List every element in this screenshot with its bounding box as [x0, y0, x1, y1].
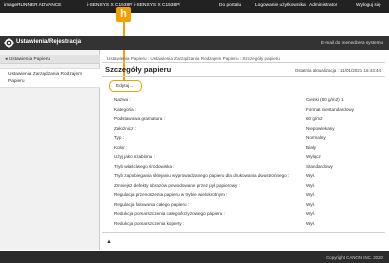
detail-row: Użyj jako szablonu : Wyłącz	[114, 154, 321, 159]
detail-row: Typ : Normalny	[114, 135, 326, 140]
model-name-2: i-SENSYS X C1538P	[134, 3, 180, 8]
divider	[102, 62, 385, 63]
logout-link[interactable]: Wyloguj się	[356, 3, 380, 8]
detail-row: Redukcja pomarszczenia całego/krzyżowego…	[114, 211, 315, 216]
callout-label: h	[116, 7, 131, 22]
last-updated: Ostatnia aktualizacja : 11/01/2021 16:43…	[294, 68, 381, 73]
login-user-link[interactable]: Logowanie użytkownika	[255, 3, 306, 8]
sidebar-header-label: ◂ Ustawienia Papieru	[5, 56, 51, 62]
sidebar: ◂ Ustawienia Papieru Ustawienia Zarządza…	[0, 50, 100, 250]
separator: /	[179, 3, 181, 8]
detail-row: Redukcja pomarszczenia koperty : Wył.	[114, 220, 315, 226]
footer: Copyright CANON INC. 2020	[0, 251, 389, 263]
detail-row: Tryb zapobiegania sklejaniu wyprowadzane…	[114, 173, 315, 178]
page-heading: Ustawienia/Rejestracja	[16, 39, 82, 45]
detail-row: Zmniejsz defekty obrazów powodowane prze…	[114, 182, 315, 188]
detail-row: Nazwa : Cienki (60 g/m2) 1	[114, 97, 344, 102]
title-bar: Ustawienia/Rejestracja E-mail do menedże…	[0, 36, 389, 50]
detail-row: Regulacja przenoszenia papieru w trybie …	[114, 192, 315, 197]
detail-row: Regulacja falowania całego papieru : Wył.	[114, 201, 315, 207]
detail-row: Podstawowa gramatura :60 g/m2	[114, 116, 323, 121]
separator: /	[131, 3, 133, 8]
sidebar-back-link[interactable]: ◂ Ustawienia Papieru	[0, 55, 100, 64]
gear-icon	[4, 38, 14, 48]
separator: :	[305, 3, 307, 8]
portal-link[interactable]: Do portalu	[219, 3, 241, 8]
detail-row: Założnicz : Niepowlekany	[114, 125, 335, 131]
email-admin-link[interactable]: E-mail do menedżera systemu	[321, 40, 383, 45]
breadcrumb: Ustawienia Papieru : Ustawienia Zarządza…	[107, 56, 280, 61]
divider	[102, 76, 385, 77]
detail-row: Kolor : Biały	[114, 144, 316, 150]
admin-name: Administrator	[309, 3, 338, 8]
detail-row: Tryb właściwego środowiska : Standardowy	[114, 163, 333, 169]
detail-row: Kategoria : Format niestandardowy	[114, 106, 355, 112]
scroll-to-top-icon[interactable]: ▲	[106, 239, 112, 245]
copyright-text: Copyright CANON INC. 2020	[326, 254, 383, 260]
sidebar-item-label: Ustawienia Zarządzania Rodzajem Papieru	[8, 72, 83, 84]
sidebar-item-paper-type-management[interactable]: Ustawienia Zarządzania Rodzajem Papieru	[0, 68, 100, 88]
product-name: imageRUNNER ADVANCE	[4, 3, 62, 8]
edit-button-label: Edytuj...	[116, 84, 134, 89]
edit-button[interactable]: Edytuj...	[109, 80, 142, 92]
top-bar: imageRUNNER ADVANCE i-SENSYS X C1538P / …	[0, 0, 389, 13]
page-title: Szczegóły papieru	[105, 65, 172, 74]
divider	[102, 232, 385, 233]
